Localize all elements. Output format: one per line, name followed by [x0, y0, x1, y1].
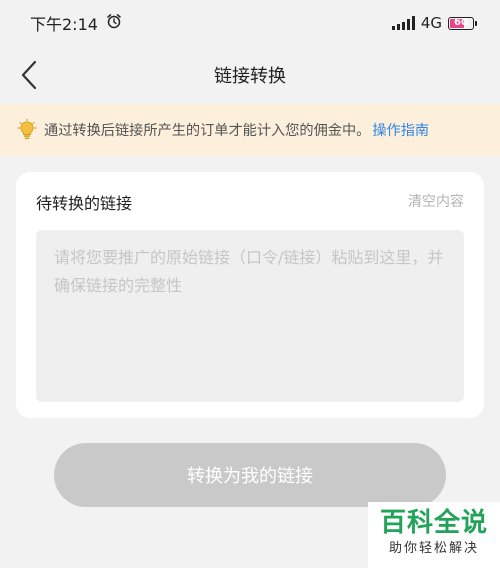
watermark-title: 百科全说 [379, 508, 488, 538]
status-bar: 下午2:14 4G 60 [0, 0, 500, 46]
notice-banner: 通过转换后链接所产生的订单才能计入您的佣金中。 操作指南 [0, 104, 500, 156]
battery-icon: 60 [448, 16, 477, 30]
watermark: 百科全说 助你轻松解决 [368, 502, 500, 568]
back-button[interactable] [12, 58, 46, 92]
page-title: 链接转换 [214, 66, 286, 87]
status-right: 4G 60 [391, 14, 477, 32]
signal-icon [391, 16, 415, 30]
status-time: 下午2:14 [30, 15, 98, 34]
nav-bar: 链接转换 [0, 46, 500, 104]
guide-link[interactable]: 操作指南 [372, 120, 429, 140]
notice-text: 通过转换后链接所产生的订单才能计入您的佣金中。 [44, 123, 371, 139]
battery-level: 60 [454, 17, 468, 28]
card-title: 待转换的链接 [36, 194, 133, 213]
link-input[interactable] [36, 230, 464, 402]
lightbulb-icon [17, 119, 37, 140]
chevron-left-icon [21, 60, 37, 90]
clear-content-button[interactable]: 清空内容 [408, 191, 464, 211]
network-type: 4G [420, 14, 442, 32]
link-input-card: 待转换的链接 清空内容 [16, 172, 484, 418]
watermark-subtitle: 助你轻松解决 [388, 541, 479, 556]
convert-button[interactable]: 转换为我的链接 [54, 443, 446, 507]
alarm-icon [106, 13, 122, 33]
status-left: 下午2:14 [30, 11, 122, 35]
